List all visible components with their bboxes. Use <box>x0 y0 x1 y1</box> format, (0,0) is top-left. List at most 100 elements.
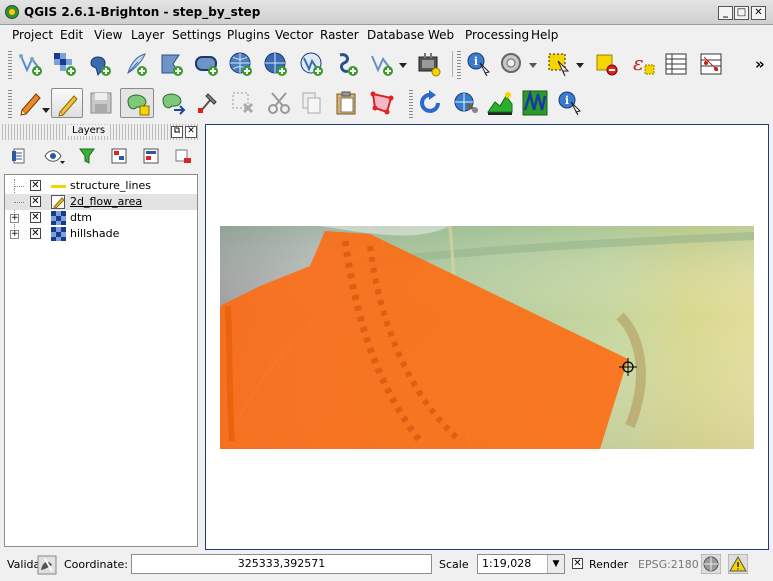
coordinate-field[interactable]: 325333,392571 <box>131 554 432 574</box>
toolbar-grip[interactable] <box>8 90 12 118</box>
cut-features-icon[interactable] <box>266 90 292 116</box>
pencil-icon <box>58 95 78 117</box>
validate-geometry-icon[interactable] <box>37 555 57 575</box>
coordinate-label: Coordinate: <box>64 558 129 571</box>
render-label: Render <box>589 558 629 571</box>
add-vector-layer-icon[interactable] <box>18 51 44 77</box>
menu-vector[interactable]: Vector <box>275 28 313 42</box>
map-canvas[interactable] <box>220 226 754 449</box>
toggle-editing-button[interactable] <box>51 88 83 118</box>
menu-project[interactable]: Project <box>12 28 53 42</box>
menu-plugins[interactable]: Plugins <box>227 28 270 42</box>
menu-database[interactable]: Database <box>367 28 424 42</box>
layer-item-dtm[interactable]: + ✕ dtm <box>5 210 197 226</box>
expand-toggle[interactable]: + <box>10 214 19 223</box>
move-feature-icon[interactable] <box>160 90 186 116</box>
manage-visibility-icon[interactable] <box>44 146 66 166</box>
menu-settings[interactable]: Settings <box>172 28 221 42</box>
remove-layer-icon[interactable] <box>173 146 193 166</box>
paste-features-icon[interactable] <box>333 90 359 116</box>
menu-bar: Project Edit View Layer Settings Plugins… <box>0 25 773 45</box>
toolbar-grip[interactable] <box>409 90 413 118</box>
menu-processing[interactable]: Processing <box>465 28 529 42</box>
expand-all-icon[interactable] <box>109 146 129 166</box>
add-wcs-layer-icon[interactable] <box>263 51 289 77</box>
layer-item-hillshade[interactable]: + ✕ hillshade <box>5 226 197 242</box>
crs-status-icon[interactable] <box>701 554 721 574</box>
minimize-button[interactable]: _ <box>718 6 733 20</box>
svg-text:i: i <box>474 55 478 68</box>
maximize-button[interactable]: □ <box>734 6 749 20</box>
toolbar-grip[interactable] <box>8 51 12 79</box>
identify-crayfish-icon[interactable]: i <box>557 90 583 116</box>
map-canvas-frame[interactable] <box>205 124 769 550</box>
chevron-down-icon[interactable]: ▼ <box>547 555 564 573</box>
add-postgis-layer-icon[interactable] <box>87 51 113 77</box>
identify-features-icon[interactable]: i <box>466 51 492 77</box>
run-action-icon[interactable] <box>499 51 525 77</box>
layer-visibility-checkbox[interactable]: ✕ <box>30 180 41 191</box>
expand-toggle[interactable]: + <box>10 230 19 239</box>
georeferencer-icon[interactable] <box>453 90 479 116</box>
add-oracle-layer-icon[interactable] <box>194 51 220 77</box>
epsg-label[interactable]: EPSG:2180 <box>638 558 699 571</box>
toolbar-digitizing: i <box>0 84 773 122</box>
terrain-profile-icon[interactable] <box>487 90 513 116</box>
action-dropdown-icon[interactable] <box>527 51 539 77</box>
layer-visibility-checkbox[interactable]: ✕ <box>30 212 41 223</box>
editing-pencil-icon <box>51 195 65 209</box>
menu-layer[interactable]: Layer <box>131 28 164 42</box>
add-feature-button[interactable] <box>120 88 154 118</box>
node-selection-icon[interactable] <box>369 90 395 116</box>
close-button[interactable]: ✕ <box>751 6 766 20</box>
add-raster-layer-icon[interactable] <box>52 51 78 77</box>
collapse-all-icon[interactable] <box>141 146 161 166</box>
select-features-icon[interactable] <box>546 51 572 77</box>
toolbar-grip[interactable] <box>457 51 461 79</box>
layer-visibility-checkbox[interactable]: ✕ <box>30 228 41 239</box>
menu-help[interactable]: Help <box>531 28 558 42</box>
menu-raster[interactable]: Raster <box>320 28 359 42</box>
layers-panel-title: Layers <box>68 125 110 136</box>
validate-label: Valida <box>7 558 41 571</box>
layers-panel-titlebar[interactable]: Layers ⧉ ✕ <box>2 124 199 140</box>
add-spatialite-layer-icon[interactable] <box>123 51 149 77</box>
window-title: QGIS 2.6.1-Brighton - step_by_step <box>24 5 261 19</box>
field-calculator-icon[interactable] <box>698 51 724 77</box>
deselect-features-icon[interactable] <box>594 51 620 77</box>
toolbar-data-sources: i ε » <box>0 45 773 83</box>
layer-label: 2d_flow_area <box>70 195 143 208</box>
add-wms-layer-icon[interactable] <box>228 51 254 77</box>
attribute-table-icon[interactable] <box>663 51 689 77</box>
menu-web[interactable]: Web <box>428 28 454 42</box>
node-tool-icon[interactable] <box>196 90 222 116</box>
render-checkbox[interactable]: ✕ <box>572 558 583 569</box>
new-layer-dropdown-icon[interactable] <box>397 51 409 77</box>
layer-item-structure-lines[interactable]: ✕ structure_lines <box>5 178 197 194</box>
scale-combobox[interactable]: 1:19,028 ▼ <box>477 554 565 574</box>
select-dropdown-icon[interactable] <box>574 51 586 77</box>
add-mssql-layer-icon[interactable] <box>159 51 185 77</box>
menu-view[interactable]: View <box>94 28 122 42</box>
filter-legend-icon[interactable] <box>78 146 96 166</box>
create-layer-icon[interactable] <box>416 51 442 77</box>
layer-visibility-checkbox[interactable]: ✕ <box>30 196 41 207</box>
menu-edit[interactable]: Edit <box>60 28 83 42</box>
close-panel-button[interactable]: ✕ <box>185 126 197 138</box>
layer-item-2d-flow-area[interactable]: ✕ 2d_flow_area <box>5 194 197 210</box>
float-panel-button[interactable]: ⧉ <box>171 126 183 138</box>
save-layer-edits-icon[interactable] <box>88 90 114 116</box>
raster-symbol-icon <box>51 227 66 241</box>
add-wfs-layer-icon[interactable] <box>299 51 325 77</box>
add-delimited-text-layer-icon[interactable] <box>334 51 360 77</box>
copy-features-icon[interactable] <box>299 90 325 116</box>
open-layer-styling-icon[interactable] <box>10 146 30 166</box>
reload-icon[interactable] <box>418 90 444 116</box>
crayfish-icon[interactable] <box>522 90 548 116</box>
delete-selected-icon[interactable] <box>230 90 256 116</box>
warning-icon[interactable] <box>728 554 748 574</box>
new-shapefile-layer-icon[interactable] <box>369 51 395 77</box>
select-by-expression-icon[interactable]: ε <box>630 51 656 77</box>
toolbar-overflow-button[interactable]: » <box>755 55 765 73</box>
layer-label: dtm <box>70 211 93 224</box>
